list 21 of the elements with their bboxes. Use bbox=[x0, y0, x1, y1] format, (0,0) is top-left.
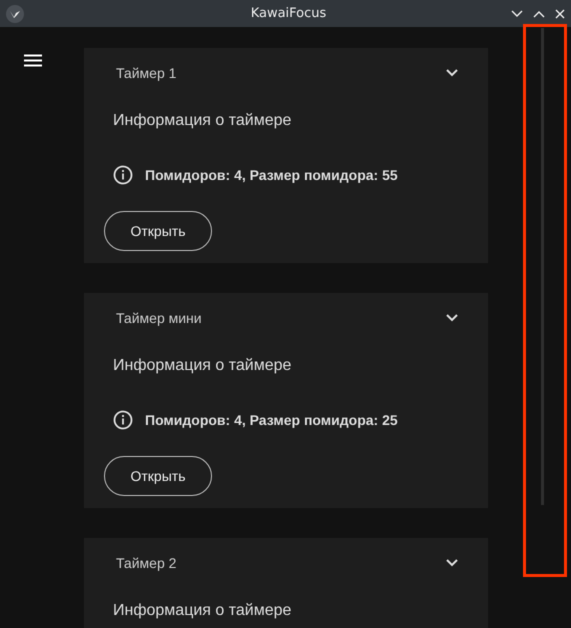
info-title: Информация о таймере bbox=[112, 111, 292, 131]
close-icon[interactable] bbox=[555, 8, 565, 18]
open-button[interactable]: Открыть bbox=[104, 211, 212, 251]
info-icon bbox=[113, 165, 133, 185]
chevron-down-icon[interactable] bbox=[446, 314, 458, 322]
menu-icon[interactable] bbox=[24, 54, 42, 67]
chevron-down-icon[interactable] bbox=[446, 559, 458, 567]
open-button[interactable]: Открыть bbox=[104, 456, 212, 496]
info-icon bbox=[113, 410, 133, 430]
timer-name: Таймер мини bbox=[116, 310, 202, 326]
timer-name: Таймер 2 bbox=[116, 555, 176, 571]
timer-details: Помидоров: 4, Размер помидора: 25 bbox=[145, 412, 398, 428]
chevron-down-icon[interactable] bbox=[446, 69, 458, 77]
timer-details: Помидоров: 4, Размер помидора: 55 bbox=[145, 167, 398, 183]
minimize-icon[interactable] bbox=[511, 10, 523, 18]
info-title: Информация о таймере bbox=[112, 356, 292, 376]
app-logo-icon bbox=[6, 4, 24, 22]
maximize-icon[interactable] bbox=[533, 10, 545, 18]
timer-name: Таймер 1 bbox=[116, 65, 176, 81]
window-title: KawaiFocus bbox=[250, 6, 328, 21]
info-title: Информация о таймере bbox=[112, 601, 292, 621]
